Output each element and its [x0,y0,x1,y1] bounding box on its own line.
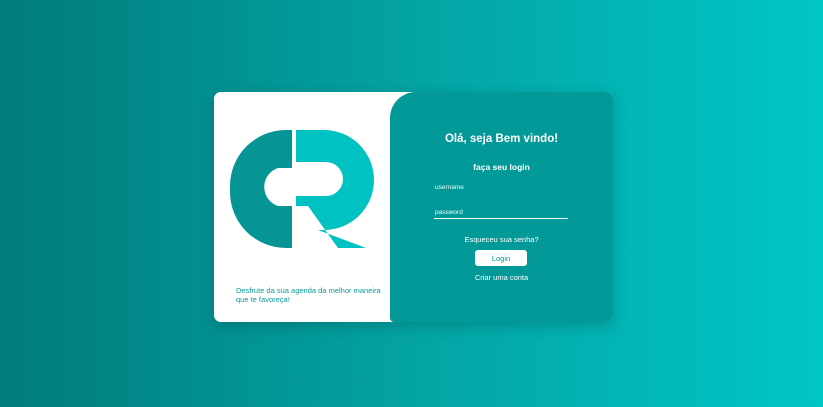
tagline: Desfrute da sua agenda da melhor maneira… [236,286,381,304]
brand-panel: Desfrute da sua agenda da melhor maneira… [214,92,394,322]
login-subtitle: faça seu login [473,162,530,172]
forgot-password-link[interactable]: Esqueceu sua senha? [390,235,613,244]
login-card: Desfrute da sua agenda da melhor maneira… [214,92,613,322]
login-button[interactable]: Login [475,250,527,266]
password-input[interactable] [434,206,568,219]
login-panel: Olá, seja Bem vindo! faça seu login Esqu… [390,92,613,322]
cr-logo-icon [230,130,374,248]
create-account-link[interactable]: Criar uma conta [390,273,613,282]
username-input[interactable] [434,181,568,194]
welcome-heading: Olá, seja Bem vindo! [444,133,559,145]
